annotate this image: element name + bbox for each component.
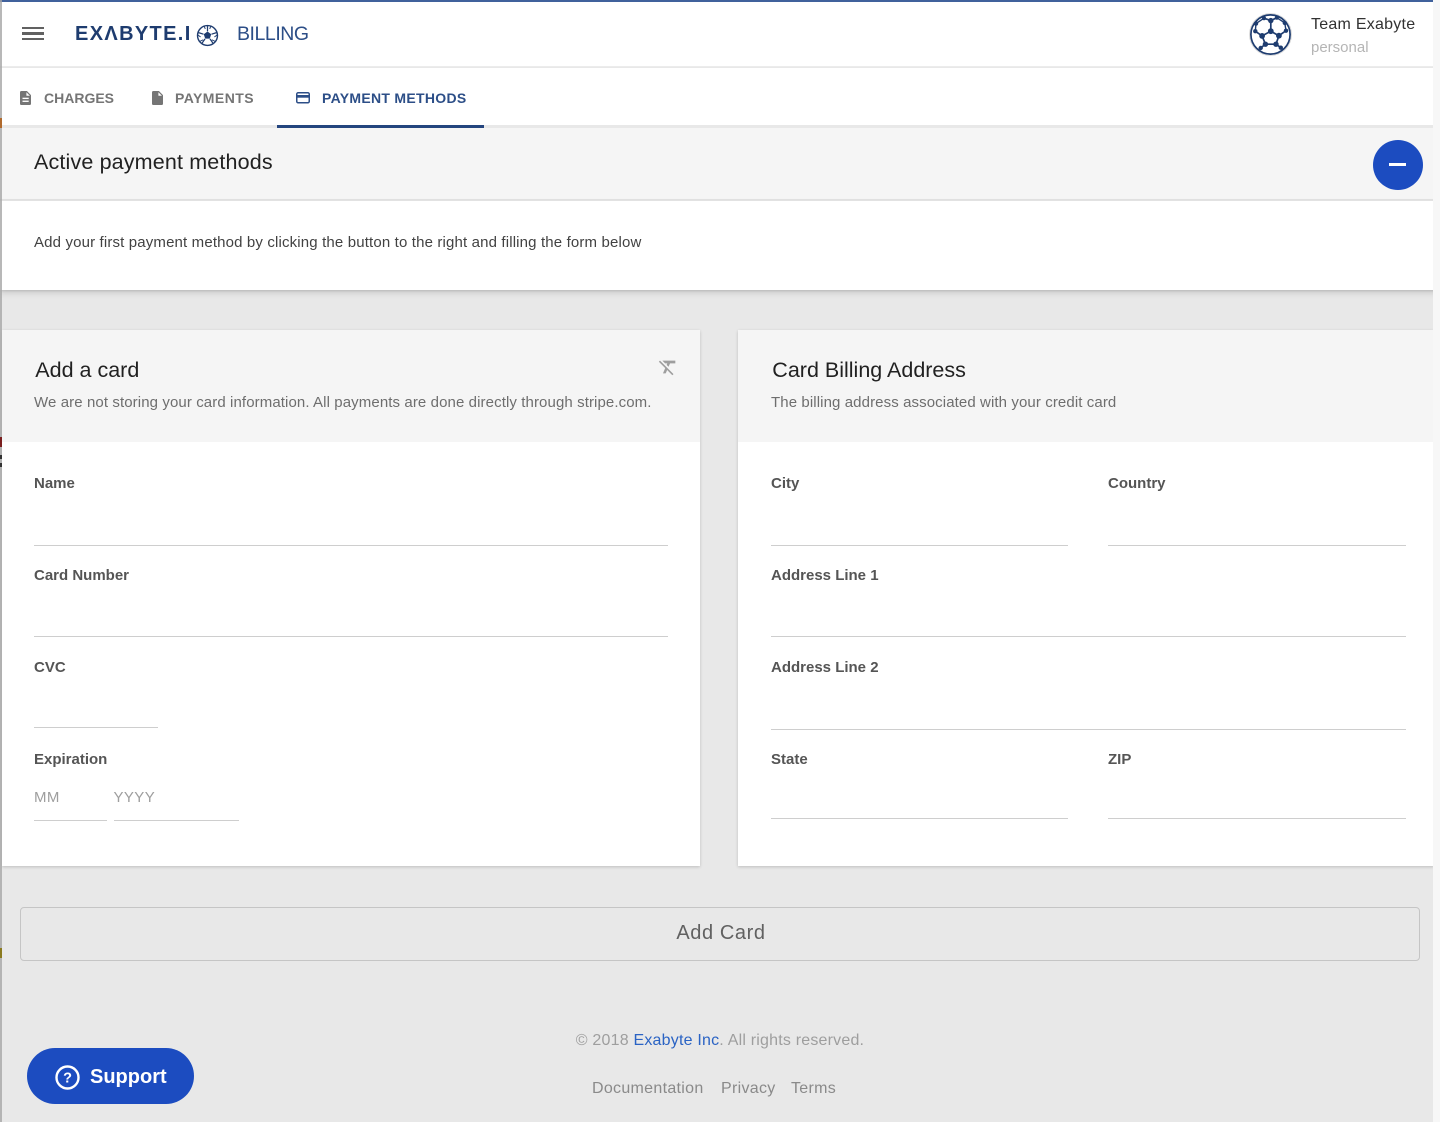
svg-text:?: ? (63, 1071, 72, 1087)
